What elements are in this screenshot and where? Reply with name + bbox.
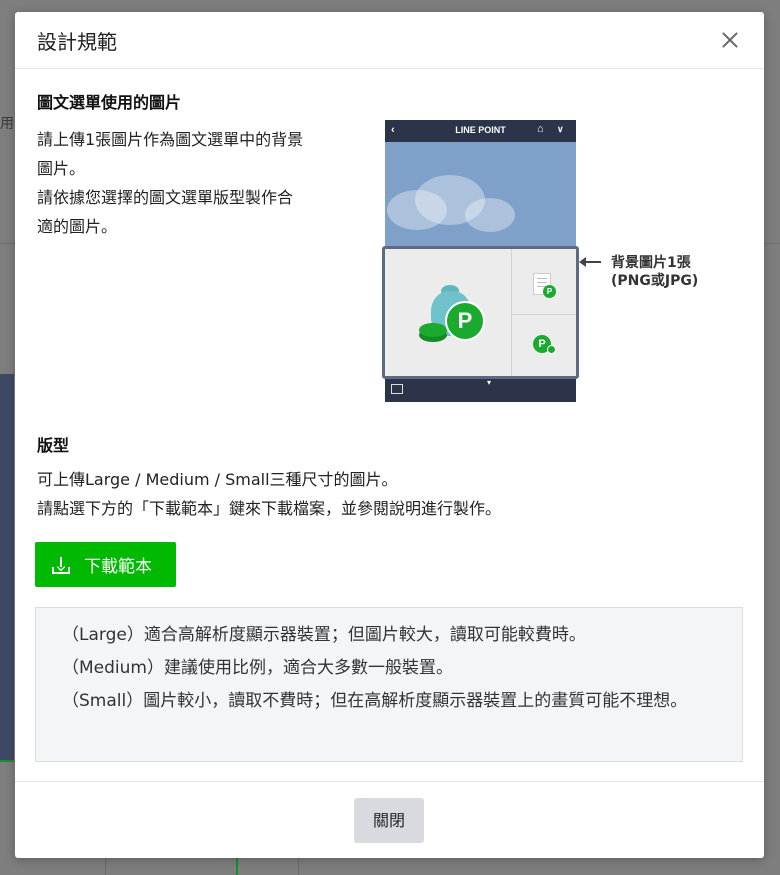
collapse-icon: ▾ <box>487 378 492 387</box>
section-image-description: 請上傳1張圖片作為圖文選單中的背景 圖片。 請依據您選擇的圖文選單版型製作合 適… <box>37 125 303 241</box>
bg-green-line <box>0 760 14 762</box>
menu-divider <box>511 249 512 376</box>
download-button-label: 下載範本 <box>84 557 152 577</box>
close-icon[interactable] <box>718 28 742 52</box>
note-medium: （Medium）建議使用比例，適合大多數一般裝置。 <box>62 658 453 678</box>
section-title-image: 圖文選單使用的圖片 <box>37 93 182 112</box>
phone-title: LINE POINT <box>455 125 506 135</box>
section-template-description: 可上傳Large / Medium / Small三種尺寸的圖片。 請點選下方的… <box>37 465 501 523</box>
desc-line: 可上傳Large / Medium / Small三種尺寸的圖片。 <box>37 470 398 489</box>
callout-label: 背景圖片1張 (PNG或JPG) <box>611 254 698 290</box>
desc-line: 適的圖片。 <box>37 217 118 236</box>
rich-menu-illustration: ‹ LINE POINT ⌂ ∨ P P P ▾ <box>382 120 579 402</box>
note-small: （Small）圖片較小，讀取不費時；但在高解析度顯示器裝置上的畫質可能不理想。 <box>62 688 716 715</box>
design-guide-modal: 設計規範 圖文選單使用的圖片 請上傳1張圖片作為圖文選單中的背景 圖片。 請依據… <box>15 12 764 858</box>
rich-menu-area: P P P <box>382 246 579 379</box>
note-small-line1: （Small）圖片較小，讀取不費時；但在高解析度顯示器裝置上的畫質可能不理 <box>62 691 654 711</box>
cloud-decoration <box>465 198 515 232</box>
bg-blue-panel <box>0 374 14 760</box>
callout-line: (PNG或JPG) <box>611 273 699 289</box>
desc-line: 請點選下方的「下載範本」鍵來下載檔案，並參閱說明進行製作。 <box>37 499 502 518</box>
phone-header: ‹ LINE POINT ⌂ ∨ <box>385 120 576 142</box>
bg-divider-v2 <box>236 858 238 875</box>
modal-footer: 關閉 <box>15 781 764 858</box>
home-icon: ⌂ <box>537 123 544 135</box>
desc-line: 圖片。 <box>37 159 86 178</box>
point-coin-icon: P <box>445 301 485 341</box>
chevron-down-icon: ∨ <box>557 124 564 134</box>
callout-line: 背景圖片1張 <box>611 255 691 271</box>
note-large: （Large）適合高解析度顯示器裝置；但圖片較大，讀取可能較費時。 <box>62 625 586 645</box>
note-small-line2: 想。 <box>653 691 688 711</box>
modal-header: 設計規範 <box>15 12 764 69</box>
section-title-template: 版型 <box>37 436 70 455</box>
refresh-icon <box>547 345 556 354</box>
download-template-button[interactable]: 下載範本 <box>35 542 176 587</box>
callout-arrow-icon <box>579 257 601 267</box>
modal-title: 設計規範 <box>37 29 117 54</box>
desc-line: 請依據您選擇的圖文選單版型製作合 <box>37 188 294 207</box>
menu-divider <box>511 314 576 315</box>
bg-side-text: 用 <box>0 116 14 132</box>
bg-divider-v3 <box>298 858 299 875</box>
point-badge-icon: P <box>543 285 556 298</box>
phone-footer: ▾ <box>385 378 576 402</box>
coin-stack-icon <box>419 323 447 337</box>
desc-line: 請上傳1張圖片作為圖文選單中的背景 <box>37 130 304 149</box>
download-icon <box>52 556 70 574</box>
size-notes-box: （Large）適合高解析度顯示器裝置；但圖片較大，讀取可能較費時。 （Mediu… <box>35 607 743 762</box>
keyboard-icon <box>391 384 403 394</box>
close-button[interactable]: 關閉 <box>354 798 424 843</box>
bg-divider-v1 <box>105 858 106 875</box>
